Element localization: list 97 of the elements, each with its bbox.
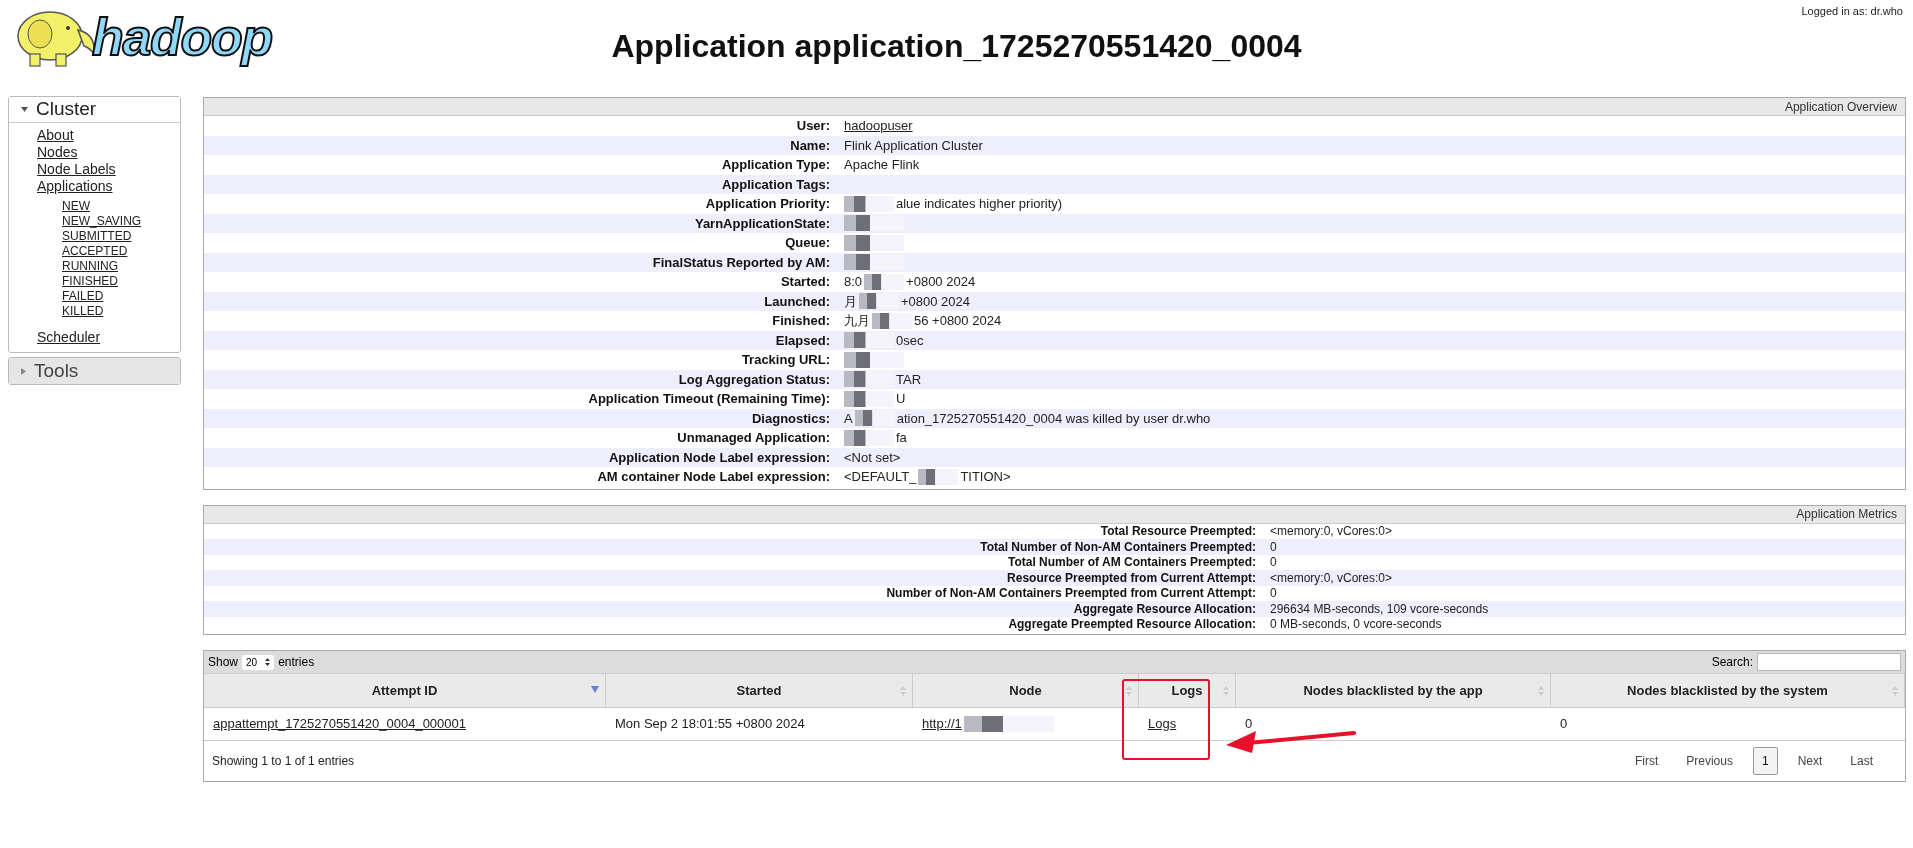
field-label: Diagnostics: xyxy=(752,410,830,426)
field-value: Flink Application Cluster xyxy=(844,136,983,155)
field-value: Apache Flink xyxy=(844,156,920,174)
metric-label: Total Resource Preempted: xyxy=(1100,524,1256,539)
table-link[interactable]: Logs xyxy=(1148,714,1177,734)
sidebar-link[interactable]: RUNNING xyxy=(62,259,118,274)
field-value: 56 +0800 2024 xyxy=(914,312,1002,330)
metric-label: Total Number of AM Containers Preempted: xyxy=(1007,555,1256,570)
field-label: Queue: xyxy=(785,235,830,250)
field-value: +0800 2024 xyxy=(901,292,971,311)
field-label: Launched: xyxy=(764,293,830,309)
field-label: Name: xyxy=(790,137,830,153)
sidebar-link[interactable]: ACCEPTED xyxy=(62,244,128,259)
section-header[interactable]: Tools xyxy=(9,358,180,384)
field-label: User: xyxy=(796,118,830,133)
metric-label: Total Number of Non-AM Containers Preempted: xyxy=(980,539,1256,554)
field-value: 0sec xyxy=(896,331,924,350)
sidebar-link[interactable]: NEW xyxy=(62,199,90,214)
field-label: FinalStatus Reported by AM: xyxy=(652,254,830,270)
panel-title: Application Overview xyxy=(1784,98,1897,116)
sidebar-link[interactable]: About xyxy=(37,127,74,144)
sidebar-link[interactable]: Applications xyxy=(37,178,113,195)
caret-down-icon xyxy=(21,107,28,112)
search-field[interactable] xyxy=(1757,653,1901,671)
metric-value: 0 xyxy=(1270,539,1277,554)
field-value: <DEFAULT_ xyxy=(844,468,917,486)
sidebar-link[interactable]: Node Labels xyxy=(37,161,116,178)
pagination-button[interactable]: Next xyxy=(1789,748,1831,774)
metric-label: Number of Non-AM Containers Preempted from Current Attempt: xyxy=(886,586,1256,601)
sidebar-link[interactable]: Nodes xyxy=(37,144,78,161)
field-label: Application Timeout (Remaining Time): xyxy=(588,391,830,406)
table-link[interactable]: appattempt_1725270551420_0004_000001 xyxy=(213,714,467,734)
field-label: Finished: xyxy=(772,313,830,328)
field-label: Started: xyxy=(780,274,830,289)
field-value: 月 xyxy=(844,292,857,311)
field-value: 8:0 xyxy=(844,273,863,291)
metric-label: Resource Preempted from Current Attempt: xyxy=(1007,570,1256,585)
field-value: U xyxy=(896,390,906,408)
pagination-button[interactable]: Last xyxy=(1842,748,1881,774)
field-label: Application Node Label expression: xyxy=(608,449,830,465)
pagination-button[interactable]: Previous xyxy=(1678,748,1741,774)
field-label: YarnApplicationState: xyxy=(694,215,830,231)
field-label: Tracking URL: xyxy=(741,352,830,367)
sidebar-link[interactable]: Scheduler xyxy=(37,329,101,346)
table-cell-text: 0 xyxy=(1245,715,1253,734)
sidebar-link[interactable]: FINISHED xyxy=(62,274,118,289)
sidebar-link[interactable]: KILLED xyxy=(62,304,104,319)
table-info: Showing 1 to 1 of 1 entries xyxy=(212,753,355,770)
login-status: Logged in as: dr.who xyxy=(1801,4,1903,19)
metric-value: <memory:0, vCores:0> xyxy=(1270,524,1393,539)
pagination-button[interactable]: First xyxy=(1626,748,1667,774)
field-value: alue indicates higher priority) xyxy=(896,195,1063,213)
updown-icon xyxy=(265,658,271,666)
field-label: Application Tags: xyxy=(721,176,830,192)
metric-value: 0 MB-seconds, 0 vcore-seconds xyxy=(1270,617,1442,632)
caret-right-icon xyxy=(21,367,26,375)
pagination-button[interactable]: 1 xyxy=(1752,747,1778,775)
field-value: ation_1725270551420_0004 was killed by user dr.who xyxy=(896,409,1211,428)
field-value: fa xyxy=(896,429,907,447)
column-header[interactable]: Nodes blacklisted by the system xyxy=(1551,674,1905,707)
column-header[interactable]: Attempt ID xyxy=(204,674,606,707)
user-link[interactable]: hadoopuser xyxy=(844,116,913,136)
field-value: <Not set> xyxy=(844,448,901,467)
entries-label: entries xyxy=(278,654,315,671)
table-cell-text: Mon Sep 2 18:01:55 +0800 2024 xyxy=(615,715,805,734)
sidebar-link[interactable]: NEW_SAVING xyxy=(62,214,142,229)
column-header[interactable]: Started xyxy=(606,674,913,707)
field-label: Application Priority: xyxy=(705,196,830,211)
field-value: TAR xyxy=(896,370,922,389)
field-label: Application Type: xyxy=(721,157,830,172)
field-label: Elapsed: xyxy=(775,332,830,348)
page-size-select[interactable]: 20 xyxy=(242,654,275,670)
metric-value: 296634 MB-seconds, 109 vcore-seconds xyxy=(1270,601,1489,616)
column-header[interactable]: Logs xyxy=(1139,674,1236,707)
search-label: Search: xyxy=(1711,654,1753,671)
metric-label: Aggregate Preempted Resource Allocation: xyxy=(1008,617,1256,632)
metric-value: 0 xyxy=(1270,555,1277,570)
page-title: Application application_1725270551420_0004 xyxy=(611,27,1302,66)
field-value: TITION> xyxy=(960,468,1011,486)
metric-value: 0 xyxy=(1270,586,1277,601)
show-label: Show xyxy=(208,654,239,671)
field-label: AM container Node Label expression: xyxy=(597,469,830,484)
field-label: Log Aggregation Status: xyxy=(678,371,830,387)
column-header[interactable]: Nodes blacklisted by the app xyxy=(1236,674,1551,707)
metric-label: Aggregate Resource Allocation: xyxy=(1073,601,1256,616)
field-value: +0800 2024 xyxy=(906,273,976,291)
table-cell-text: 0 xyxy=(1560,715,1568,734)
field-label: Unmanaged Application: xyxy=(677,430,830,445)
metric-value: <memory:0, vCores:0> xyxy=(1270,570,1393,585)
section-header[interactable]: Cluster xyxy=(9,97,180,123)
panel-title: Application Metrics xyxy=(1796,506,1897,523)
column-header[interactable]: Node xyxy=(913,674,1139,707)
table-link[interactable]: http://1 xyxy=(922,714,962,734)
field-value: 九月 xyxy=(844,312,870,330)
sidebar-link[interactable]: FAILED xyxy=(62,289,104,304)
field-value: A xyxy=(844,409,853,428)
sidebar-link[interactable]: SUBMITTED xyxy=(62,229,132,244)
